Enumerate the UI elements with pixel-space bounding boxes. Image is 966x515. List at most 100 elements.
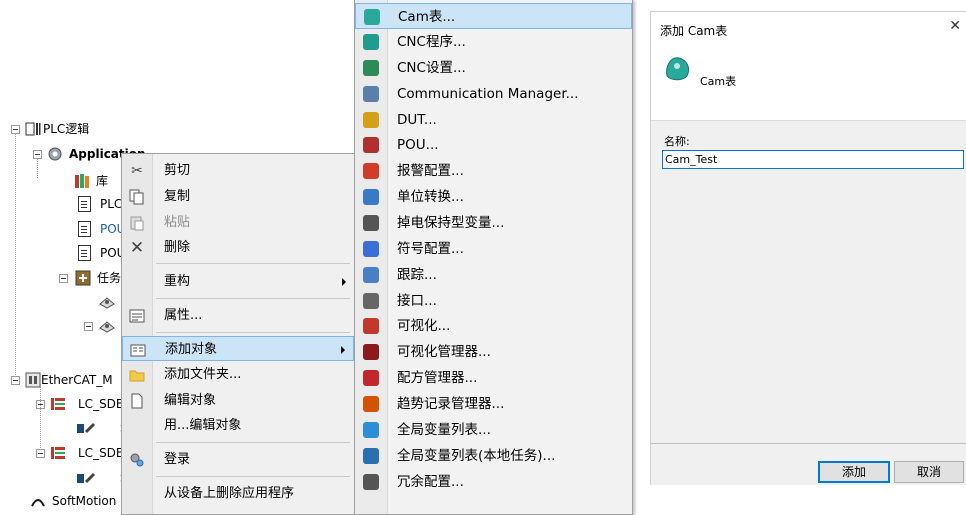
collapse-icon[interactable] bbox=[59, 274, 68, 283]
dialog-footer-line bbox=[651, 443, 966, 444]
submenu-item[interactable]: 跟踪... bbox=[355, 262, 632, 288]
tree-label: EtherCAT_M bbox=[41, 373, 113, 387]
menu-item-properties[interactable]: 属性... bbox=[122, 303, 354, 328]
submenu-label: 符号配置... bbox=[397, 241, 464, 257]
cam-table-icon bbox=[663, 54, 693, 85]
document-icon bbox=[78, 221, 91, 237]
submenu-label: 报警配置... bbox=[397, 163, 464, 179]
add-cam-table-dialog: 添加 Cam表 ✕ Cam表 名称: 添加 取消 bbox=[650, 11, 966, 485]
submenu-item[interactable]: 趋势记录管理器... bbox=[355, 391, 632, 417]
task-icon bbox=[98, 318, 115, 334]
submenu-item[interactable]: DUT... bbox=[355, 107, 632, 133]
trace-icon bbox=[363, 267, 379, 283]
cnc-program-icon bbox=[363, 34, 379, 50]
menu-item-refactor[interactable]: 重构 bbox=[122, 269, 354, 294]
menu-label: 添加对象 bbox=[165, 342, 218, 357]
library-icon bbox=[74, 173, 90, 189]
submenu-item[interactable]: 掉电保持型变量... bbox=[355, 210, 632, 236]
menu-item-copy[interactable]: 复制 bbox=[122, 184, 354, 209]
trend-manager-icon bbox=[363, 396, 379, 412]
alarm-config-icon bbox=[363, 163, 379, 179]
collapse-icon[interactable] bbox=[84, 322, 93, 331]
menu-label: 编辑对象 bbox=[164, 393, 217, 408]
submenu-item[interactable]: POU... bbox=[355, 132, 632, 158]
menu-item-cut[interactable]: ✂ 剪切 bbox=[122, 158, 354, 183]
collapse-icon[interactable] bbox=[36, 449, 45, 458]
menu-label: 从设备上删除应用程序 bbox=[164, 486, 295, 501]
name-input[interactable] bbox=[662, 150, 964, 169]
add-object-submenu: Cam表... CNC程序... CNC设置... Communication Man… bbox=[354, 0, 633, 515]
close-icon[interactable]: ✕ bbox=[949, 18, 961, 34]
tree-label: LC_SDE bbox=[78, 397, 124, 411]
tree-line bbox=[15, 133, 17, 375]
tree-line bbox=[37, 158, 39, 178]
collapse-icon[interactable] bbox=[11, 376, 20, 385]
submenu-item[interactable]: CNC设置... bbox=[355, 55, 632, 81]
submenu-item[interactable]: 可视化管理器... bbox=[355, 339, 632, 365]
menu-label: 剪切 bbox=[164, 163, 191, 178]
cam-table-icon bbox=[364, 9, 380, 25]
visualization-manager-icon bbox=[363, 344, 379, 360]
menu-label: 重构 bbox=[164, 274, 191, 289]
task-icon bbox=[98, 294, 115, 310]
menu-separator bbox=[156, 263, 350, 264]
submenu-item[interactable]: 全局变量列表(本地任务)... bbox=[355, 443, 632, 469]
submenu-item[interactable]: 可视化... bbox=[355, 313, 632, 339]
tree-label: PLC逻辑 bbox=[43, 122, 90, 136]
persistent-vars-icon bbox=[363, 215, 379, 231]
submenu-item[interactable]: 全局变量列表... bbox=[355, 417, 632, 443]
submenu-item[interactable]: 报警配置... bbox=[355, 158, 632, 184]
submenu-label: 趋势记录管理器... bbox=[397, 396, 505, 412]
submenu-item[interactable]: Communication Manager... bbox=[355, 81, 632, 107]
submenu-item[interactable]: 接口... bbox=[355, 288, 632, 314]
menu-item-add-folder[interactable]: 添加文件夹... bbox=[122, 362, 354, 387]
slave-device-icon bbox=[50, 445, 66, 461]
submenu-label: 全局变量列表... bbox=[397, 422, 491, 438]
interface-icon bbox=[363, 293, 379, 309]
submenu-item[interactable]: 符号配置... bbox=[355, 236, 632, 262]
submenu-label: 可视化... bbox=[397, 318, 451, 334]
copy-icon bbox=[129, 189, 145, 205]
delete-icon: ✕ bbox=[129, 238, 145, 258]
dut-icon bbox=[363, 112, 379, 128]
menu-item-login[interactable]: 登录 bbox=[122, 447, 354, 472]
menu-item-paste[interactable]: 粘贴 bbox=[122, 210, 354, 235]
tree-label: PLC bbox=[100, 197, 123, 211]
cnc-settings-icon bbox=[363, 60, 379, 76]
dialog-title: 添加 Cam表 bbox=[660, 24, 728, 38]
submenu-arrow-icon bbox=[341, 346, 345, 354]
menu-item-edit-object-with[interactable]: 用...编辑对象 bbox=[122, 413, 354, 438]
add-button[interactable]: 添加 bbox=[818, 461, 890, 483]
submenu-item[interactable]: CNC程序... bbox=[355, 29, 632, 55]
tree-label: SoftMotion bbox=[52, 494, 117, 508]
unit-conversion-icon bbox=[363, 189, 379, 205]
global-vars-icon bbox=[363, 422, 379, 438]
properties-icon bbox=[129, 308, 145, 324]
menu-separator bbox=[156, 332, 350, 333]
device-tree: PLC逻辑 Application 库 PLC POU POU 任务 Ether… bbox=[0, 0, 146, 510]
menu-item-edit-object[interactable]: 编辑对象 bbox=[122, 388, 354, 413]
submenu-label: Communication Manager... bbox=[397, 86, 579, 102]
menu-item-remove-app[interactable]: 从设备上删除应用程序 bbox=[122, 481, 354, 506]
submenu-item[interactable]: 冗余配置... bbox=[355, 469, 632, 495]
folder-icon bbox=[129, 367, 145, 383]
symbol-config-icon bbox=[363, 241, 379, 257]
submenu-label: 冗余配置... bbox=[397, 474, 464, 490]
edit-object-icon bbox=[129, 393, 145, 409]
submenu-arrow-icon bbox=[342, 278, 346, 286]
submenu-label: CNC设置... bbox=[397, 60, 466, 76]
plc-logic-icon bbox=[25, 121, 41, 137]
pou-icon bbox=[363, 137, 379, 153]
submenu-label: 可视化管理器... bbox=[397, 344, 491, 360]
submenu-item[interactable]: 单位转换... bbox=[355, 184, 632, 210]
redundancy-config-icon bbox=[363, 474, 379, 490]
menu-item-delete[interactable]: ✕ 删除 bbox=[122, 235, 354, 260]
submenu-item[interactable]: Cam表... bbox=[355, 3, 632, 29]
submenu-item[interactable]: 配方管理器... bbox=[355, 365, 632, 391]
menu-label: 删除 bbox=[164, 240, 191, 255]
softmotion-icon bbox=[30, 494, 46, 510]
object-type-label: Cam表 bbox=[700, 75, 737, 88]
menu-item-add-object[interactable]: 添加对象 bbox=[122, 336, 354, 361]
axis-icon bbox=[76, 470, 96, 486]
cancel-button[interactable]: 取消 bbox=[894, 461, 964, 483]
